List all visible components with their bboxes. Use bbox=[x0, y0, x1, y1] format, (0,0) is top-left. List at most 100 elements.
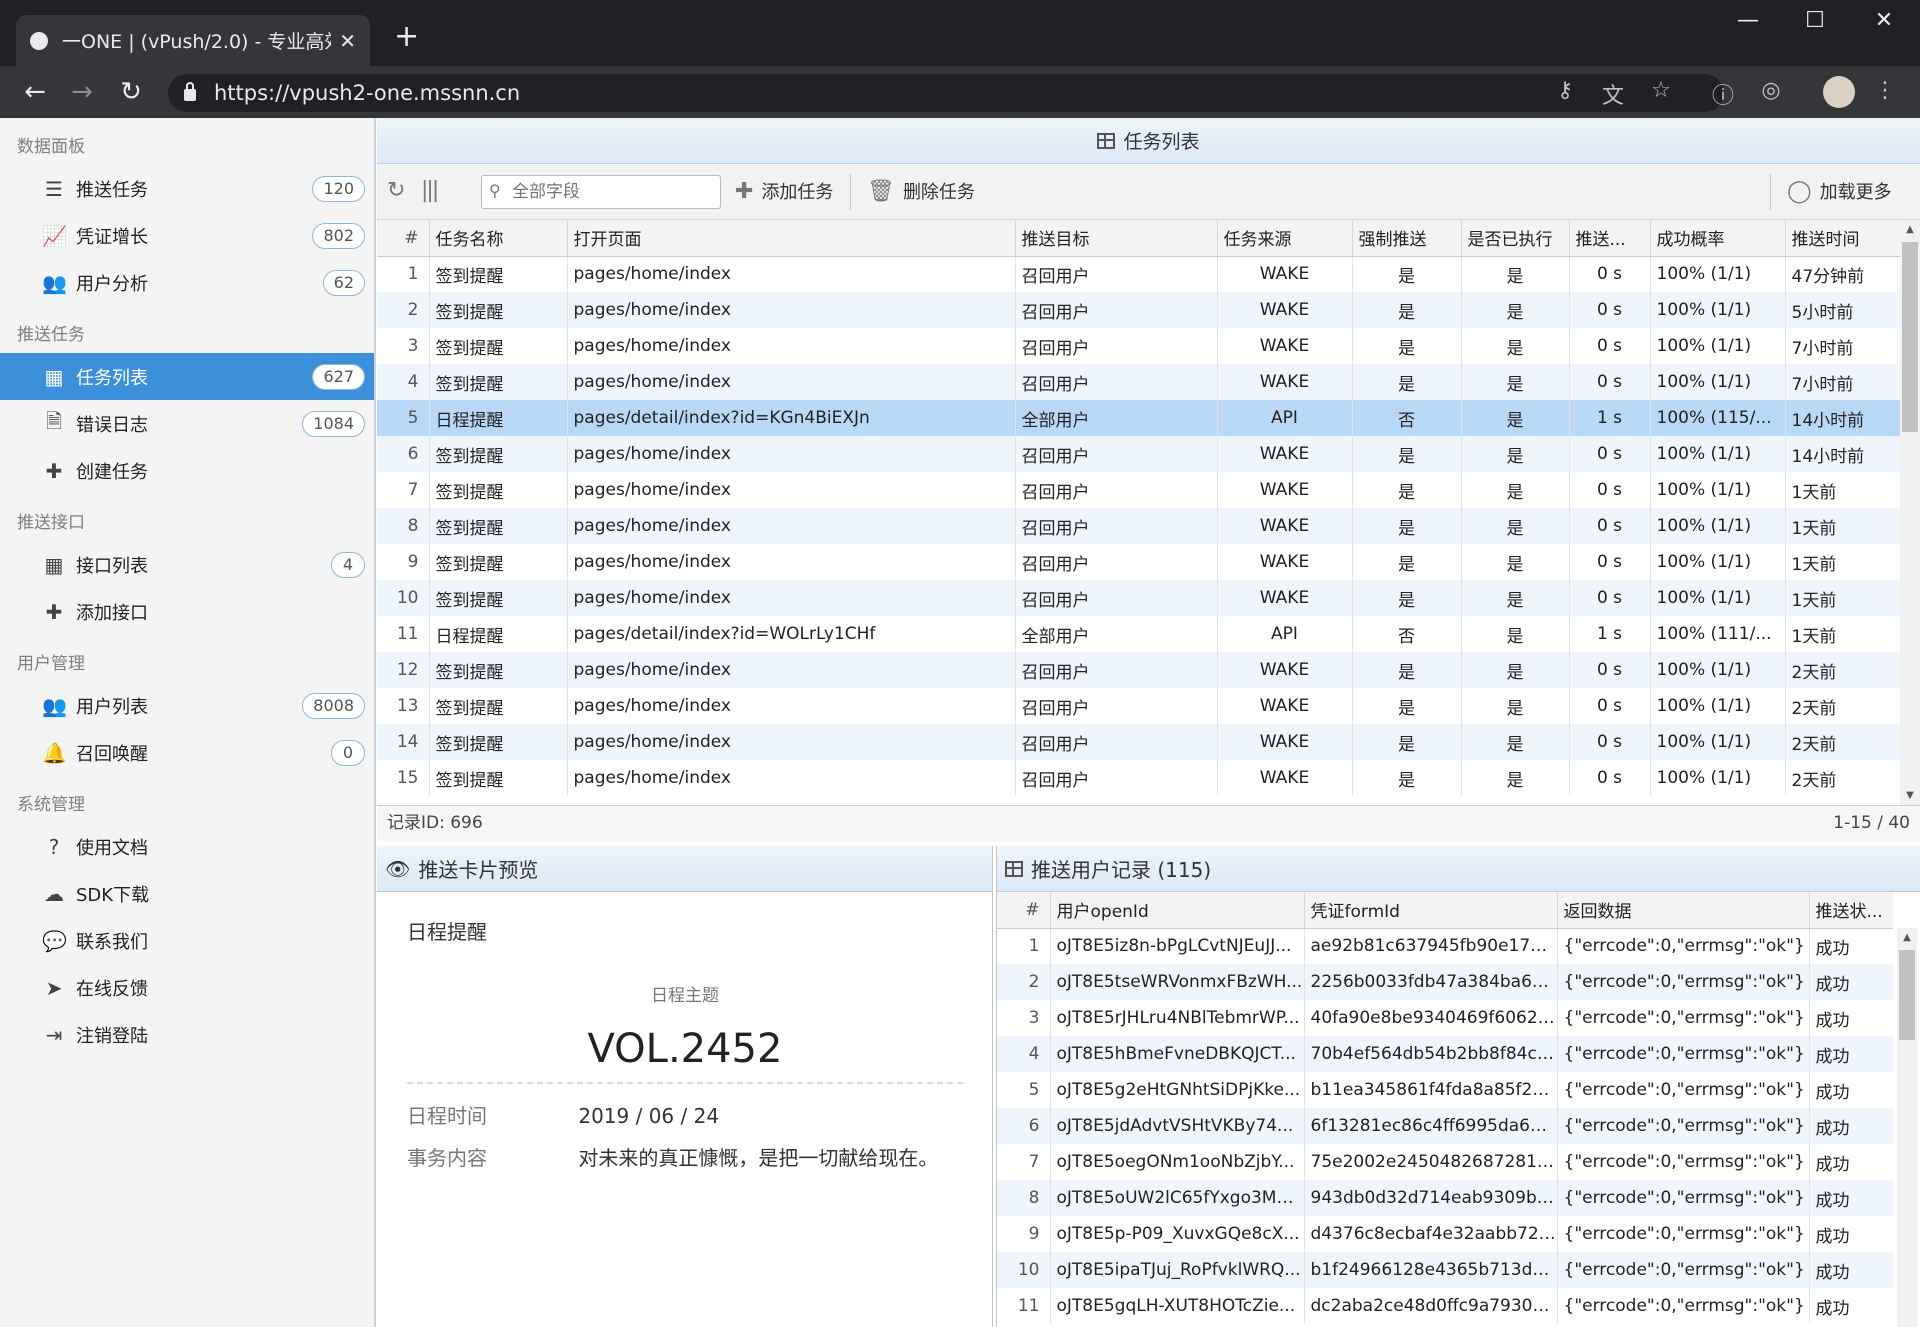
back-icon[interactable]: ← bbox=[18, 78, 52, 106]
table-row[interactable]: 12 签到提醒 pages/home/index 召回用户 WAKE 是是 0 s 100% … bbox=[377, 652, 1900, 688]
sidebar-item[interactable]: 👥 用户列表 8008 bbox=[0, 682, 374, 729]
sidebar-item[interactable]: ➤ 在线反馈 bbox=[0, 964, 374, 1011]
scroll-down-icon[interactable]: ▼ bbox=[1900, 790, 1920, 801]
column-header-target[interactable]: 推送目标 bbox=[1015, 220, 1218, 257]
table-row[interactable]: 10 签到提醒 pages/home/index 召回用户 WAKE 是是 0 s 100% … bbox=[377, 580, 1900, 616]
cell-source: WAKE bbox=[1217, 760, 1353, 796]
load-more-button[interactable]: ◯ 加载更多 bbox=[1787, 178, 1892, 204]
sidebar-item[interactable]: 📈 凭证增长 802 bbox=[0, 212, 374, 259]
scroll-up-icon[interactable]: ▲ bbox=[1900, 224, 1920, 235]
column-header-open-page[interactable]: 打开页面 bbox=[567, 220, 1016, 257]
forward-icon[interactable]: → bbox=[65, 78, 99, 106]
column-header-openid[interactable]: 用户openId bbox=[1050, 892, 1305, 929]
sidebar-item[interactable]: ? 使用文档 bbox=[0, 823, 374, 870]
extension-icon[interactable]: ⓘ bbox=[1708, 78, 1738, 110]
count-badge: 627 bbox=[312, 364, 365, 390]
task-table-scrollbar[interactable]: ▲ ▼ bbox=[1900, 220, 1920, 805]
cell-force-push: 是 bbox=[1352, 436, 1462, 472]
cell-status: 成功 bbox=[1809, 964, 1893, 1000]
table-row[interactable]: 2 oJT8E5tseWRVonmxFBzWH... 2256b0033fdb47a… bbox=[997, 964, 1893, 1000]
table-row[interactable]: 4 签到提醒 pages/home/index 召回用户 WAKE 是是 0 s 100% (… bbox=[377, 364, 1900, 400]
column-header-formid[interactable]: 凭证formId bbox=[1304, 892, 1558, 929]
scroll-up-icon[interactable]: ▲ bbox=[1897, 932, 1917, 943]
table-row[interactable]: 15 签到提醒 pages/home/index 召回用户 WAKE 是是 0 s 100% … bbox=[377, 760, 1900, 796]
column-header-task-name[interactable]: 任务名称 bbox=[429, 220, 568, 257]
maximize-icon[interactable]: ☐ bbox=[1795, 8, 1835, 33]
table-row[interactable]: 3 签到提醒 pages/home/index 召回用户 WAKE 是是 0 s 100% (… bbox=[377, 328, 1900, 364]
cell-response: {"errcode":0,"errmsg":"ok"} bbox=[1557, 1108, 1810, 1144]
sidebar-item[interactable]: ☰ 推送任务 120 bbox=[0, 165, 374, 212]
menu-icon[interactable]: ⋮ bbox=[1870, 78, 1900, 103]
sidebar-item[interactable]: 👥 用户分析 62 bbox=[0, 259, 374, 306]
columns-button[interactable]: ||| bbox=[421, 178, 445, 203]
sidebar-item[interactable]: ✚ 添加接口 bbox=[0, 588, 374, 635]
scrollbar-thumb[interactable] bbox=[1899, 950, 1915, 1040]
column-header-duration[interactable]: 推送... bbox=[1569, 220, 1651, 257]
column-header-index[interactable]: # bbox=[377, 220, 430, 257]
cell-source: WAKE bbox=[1217, 688, 1353, 724]
table-row[interactable]: 10 oJT8E5ipaTJuj_RoPfvklWRQ... b1f24966128… bbox=[997, 1252, 1893, 1288]
column-header-force-push[interactable]: 强制推送 bbox=[1352, 220, 1462, 257]
sidebar-item[interactable]: 🔔 召回唤醒 0 bbox=[0, 729, 374, 776]
sidebar-item[interactable]: ▦ 接口列表 4 bbox=[0, 541, 374, 588]
star-icon[interactable]: ☆ bbox=[1646, 78, 1676, 103]
cell-formid: b1f24966128e4365b713db... bbox=[1304, 1252, 1558, 1288]
column-header-executed[interactable]: 是否已执行 bbox=[1461, 220, 1570, 257]
cell-formid: 70b4ef564db54b2bb8f84cb... bbox=[1304, 1036, 1558, 1072]
table-row[interactable]: 8 签到提醒 pages/home/index 召回用户 WAKE 是是 0 s 100% (… bbox=[377, 508, 1900, 544]
sidebar-item[interactable]: 💬 联系我们 bbox=[0, 917, 374, 964]
minimize-icon[interactable]: — bbox=[1728, 8, 1768, 33]
address-bar[interactable]: https://vpush2-one.mssnn.cn bbox=[168, 74, 1724, 112]
sidebar-item[interactable]: ▦ 任务列表 627 bbox=[0, 353, 374, 400]
table-row[interactable]: 11 oJT8E5gqLH-XUT8HOTcZie... dc2aba2ce48d0… bbox=[997, 1288, 1893, 1324]
column-header-status[interactable]: 推送状... bbox=[1809, 892, 1893, 929]
scrollbar-thumb[interactable] bbox=[1902, 242, 1918, 432]
column-header-index[interactable]: # bbox=[997, 892, 1051, 929]
record-table-scrollbar[interactable]: ▲ bbox=[1897, 928, 1917, 1327]
card-row-key: 日程时间 bbox=[407, 1104, 487, 1128]
reload-icon[interactable]: ↻ bbox=[114, 78, 148, 106]
add-task-button[interactable]: ✚ 添加任务 bbox=[735, 178, 833, 204]
sidebar-item[interactable]: ⇥ 注销登陆 bbox=[0, 1011, 374, 1058]
table-row[interactable]: 5 oJT8E5g2eHtGNhtSiDPjKke... b11ea345861f4… bbox=[997, 1072, 1893, 1108]
column-header-push-time[interactable]: 推送时间 bbox=[1785, 220, 1900, 257]
table-row[interactable]: 6 签到提醒 pages/home/index 召回用户 WAKE 是是 0 s 100% (… bbox=[377, 436, 1900, 472]
avatar[interactable] bbox=[1823, 76, 1855, 108]
column-header-response[interactable]: 返回数据 bbox=[1557, 892, 1810, 929]
refresh-button[interactable]: ↻ bbox=[387, 178, 413, 203]
table-row[interactable]: 4 oJT8E5hBmeFvneDBKQJCT... 70b4ef564db54b2… bbox=[997, 1036, 1893, 1072]
table-row[interactable]: 7 oJT8E5oegONm1ooNbZjbY... 75e2002e2450482… bbox=[997, 1144, 1893, 1180]
table-row[interactable]: 9 oJT8E5p-P09_XuvxGQe8cX... d4376c8ecbaf4e… bbox=[997, 1216, 1893, 1252]
browser-tab[interactable]: 一ONE | (vPush/2.0) - 专业高效 ✕ bbox=[16, 15, 370, 66]
key-icon[interactable]: ⚷ bbox=[1550, 78, 1580, 103]
new-tab-button[interactable]: + bbox=[394, 22, 419, 52]
table-row[interactable]: 7 签到提醒 pages/home/index 召回用户 WAKE 是是 0 s 100% (… bbox=[377, 472, 1900, 508]
table-row[interactable]: 1 oJT8E5iz8n-bPgLCvtNJEuJJ... ae92b81c6379… bbox=[997, 928, 1893, 964]
table-row[interactable]: 6 oJT8E5jdAdvtVSHtVKBy74... 6f13281ec86c4f… bbox=[997, 1108, 1893, 1144]
table-row[interactable]: 13 签到提醒 pages/home/index 召回用户 WAKE 是是 0 s 100% … bbox=[377, 688, 1900, 724]
tab-close-icon[interactable]: ✕ bbox=[339, 29, 356, 53]
table-row[interactable]: 1 签到提醒 pages/home/index 召回用户 WAKE 是是 0 s 100% (… bbox=[377, 256, 1900, 292]
column-header-source[interactable]: 任务来源 bbox=[1217, 220, 1353, 257]
task-list-panel: 任务列表 ↻ ||| ⚲ ✚ 添加任务 🗑 删除任务 ◯ 加载更多 bbox=[377, 118, 1920, 841]
incognito-icon[interactable]: ◎ bbox=[1756, 78, 1786, 103]
delete-task-button[interactable]: 🗑 删除任务 bbox=[867, 178, 975, 204]
table-row[interactable]: 5 日程提醒 pages/detail/index?id=KGn4BiEXJn 全部用… bbox=[377, 400, 1900, 436]
column-header-success-rate[interactable]: 成功概率 bbox=[1650, 220, 1786, 257]
cell-task-name: 签到提醒 bbox=[429, 724, 568, 760]
url-text: https://vpush2-one.mssnn.cn bbox=[214, 81, 521, 105]
table-row[interactable]: 14 签到提醒 pages/home/index 召回用户 WAKE 是是 0 s 100% … bbox=[377, 724, 1900, 760]
search-input[interactable] bbox=[481, 175, 721, 209]
table-row[interactable]: 2 签到提醒 pages/home/index 召回用户 WAKE 是是 0 s 100% (… bbox=[377, 292, 1900, 328]
translate-icon[interactable]: 文 bbox=[1598, 78, 1628, 110]
table-row[interactable]: 9 签到提醒 pages/home/index 召回用户 WAKE 是是 0 s 100% (… bbox=[377, 544, 1900, 580]
table-row[interactable]: 3 oJT8E5rJHLru4NBlTebmrWP... 40fa90e8be934… bbox=[997, 1000, 1893, 1036]
table-row[interactable]: 8 oJT8E5oUW2lC65fYxgo3MU... 943db0d32d714e… bbox=[997, 1180, 1893, 1216]
window-close-icon[interactable]: ✕ bbox=[1864, 8, 1904, 33]
sidebar-item[interactable]: ☁ SDK下载 bbox=[0, 870, 374, 917]
table-row[interactable]: 11 日程提醒 pages/detail/index?id=WOLrLy1CHf 全部… bbox=[377, 616, 1900, 652]
sidebar-item[interactable]: ✚ 创建任务 bbox=[0, 447, 374, 494]
sidebar-item[interactable]: 🗎 错误日志 1084 bbox=[0, 400, 374, 447]
cell-source: WAKE bbox=[1217, 580, 1353, 616]
cell-executed: 是 bbox=[1461, 580, 1570, 616]
